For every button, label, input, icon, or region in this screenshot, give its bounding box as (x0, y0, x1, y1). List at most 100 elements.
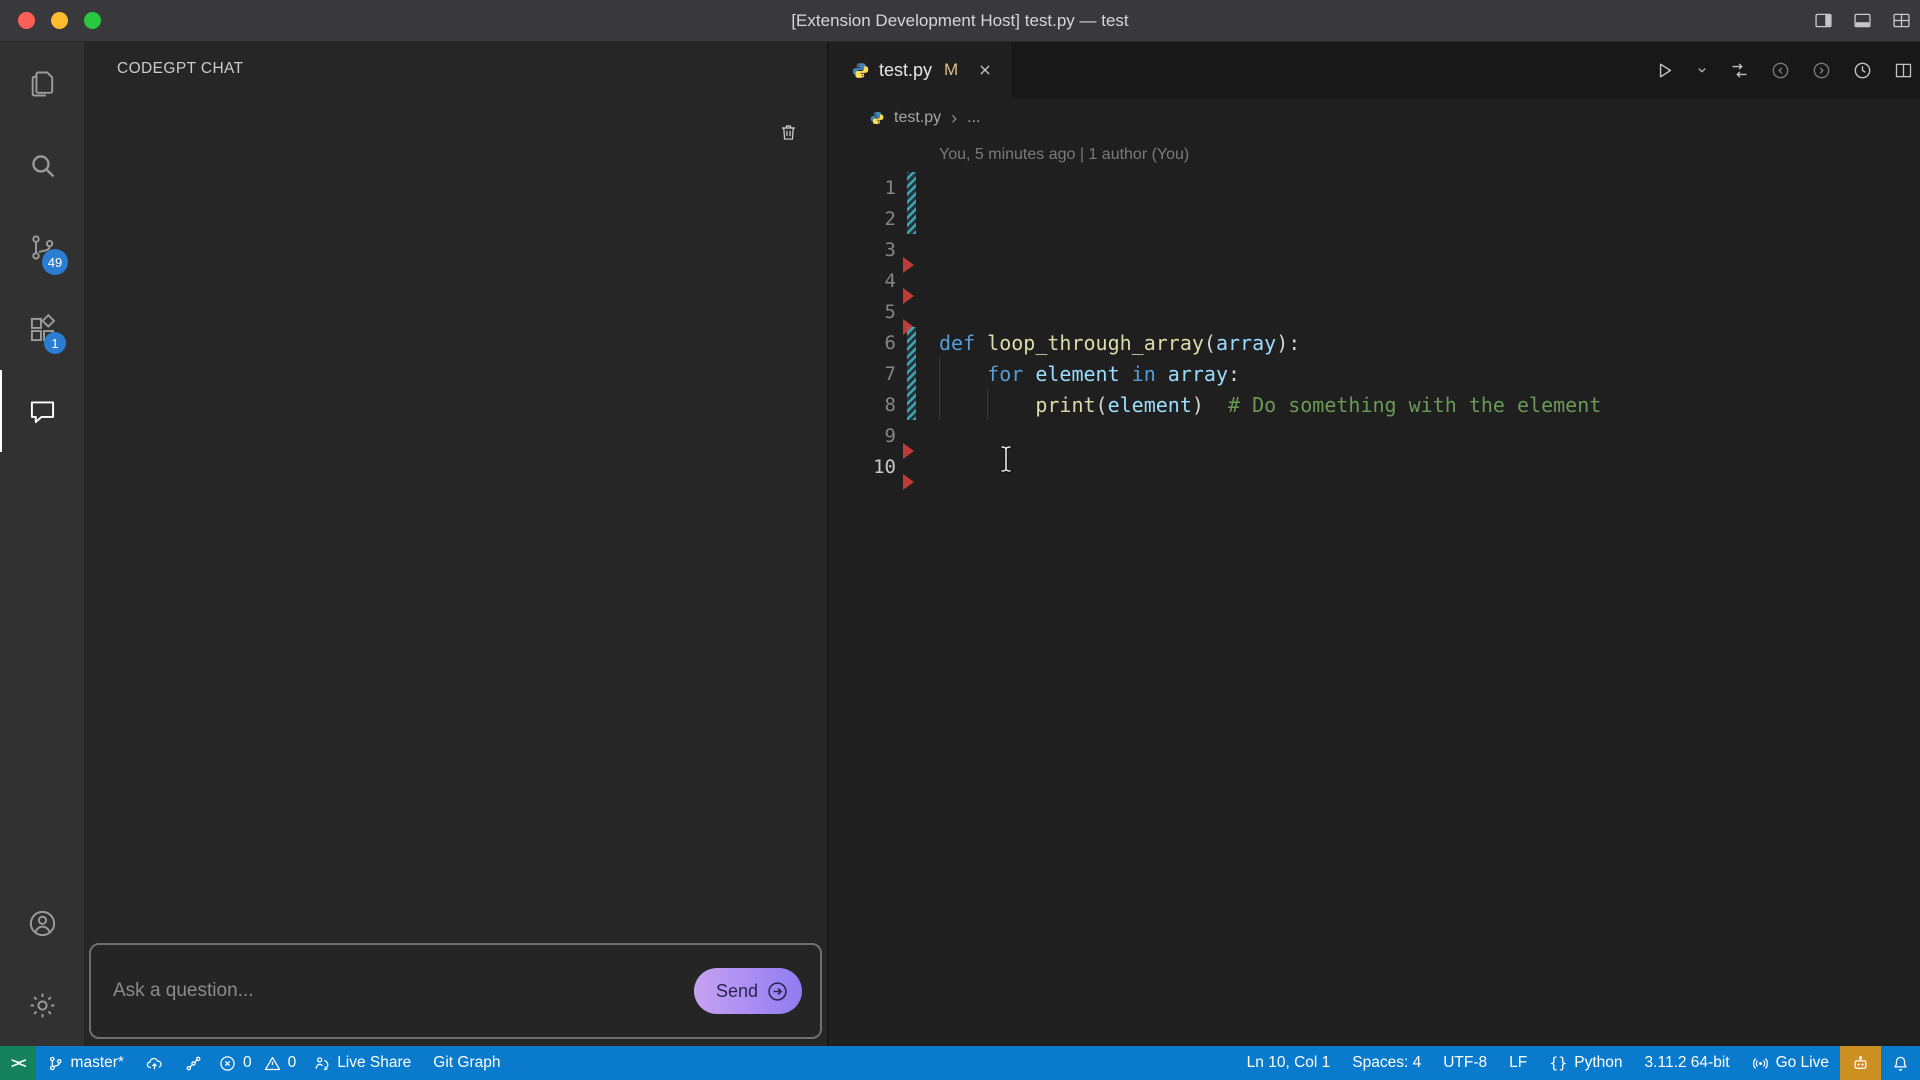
gutter[interactable] (896, 296, 939, 335)
code-line-1[interactable]: 1 (828, 172, 1920, 203)
status-label: 0 (242, 1054, 252, 1071)
line-number: 1 (884, 176, 896, 199)
status-git-branch[interactable]: master* (36, 1046, 135, 1080)
clear-chat-button[interactable] (778, 122, 799, 143)
status-label: LF (1509, 1054, 1528, 1071)
customize-layout-icon[interactable] (1891, 10, 1912, 31)
gutter[interactable] (896, 234, 939, 273)
editor-actions (1654, 42, 1920, 98)
status-codegpt-status[interactable] (1840, 1046, 1881, 1080)
status-graph-status[interactable] (174, 1046, 213, 1080)
open-changes-icon[interactable] (1729, 60, 1750, 81)
code-lines: 1 2 3 4 5 6 def loop_through_array(array): 7 fo… (828, 172, 1920, 490)
activity-item-search[interactable] (0, 124, 84, 206)
gutter[interactable] (896, 389, 939, 420)
line-number: 8 (884, 393, 896, 416)
cloud-upload-icon (146, 1055, 163, 1072)
gutter-modified-indicator (907, 203, 916, 234)
timeline-icon[interactable] (1852, 60, 1873, 81)
breadcrumb-file[interactable]: test.py (894, 109, 941, 127)
robot-icon (1852, 1055, 1869, 1072)
code-line-6[interactable]: 6 def loop_through_array(array): (828, 327, 1920, 358)
activity-item-source-control[interactable]: 49 (0, 206, 84, 288)
toggle-secondary-sidebar-icon[interactable] (1813, 10, 1834, 31)
activity-item-settings[interactable] (0, 964, 84, 1046)
run-python-file-icon[interactable] (1654, 60, 1675, 81)
code-line-8[interactable]: 8 print(element) # Do something with the… (828, 389, 1920, 420)
bell-icon (1892, 1055, 1909, 1072)
indent-guide (939, 358, 940, 389)
code-text: print(element) # Do something with the e… (1035, 392, 1602, 417)
python-icon (852, 62, 869, 79)
breadcrumb-collapsed[interactable]: ... (967, 109, 980, 127)
status-encoding[interactable]: UTF-8 (1432, 1046, 1498, 1080)
status-eol[interactable]: LF (1498, 1046, 1538, 1080)
status-label: Git Graph (433, 1054, 501, 1071)
close-tab-icon[interactable] (976, 61, 994, 79)
breadcrumb[interactable]: test.py › ... (828, 98, 1920, 138)
activity-item-extensions[interactable]: 1 (0, 288, 84, 370)
toggle-panel-icon[interactable] (1852, 10, 1873, 31)
activity-item-explorer[interactable] (0, 42, 84, 124)
status-live-share[interactable]: Live Share (302, 1046, 422, 1080)
code-line-9[interactable]: 9 (828, 420, 1920, 459)
search-icon (27, 150, 58, 181)
line-number: 3 (884, 238, 896, 261)
status-bar-left: >< master* 0 0 Live Share Git Graph (0, 1046, 512, 1080)
next-change-icon[interactable] (1811, 60, 1832, 81)
activity-item-codegpt-chat[interactable] (0, 370, 84, 452)
code-area[interactable]: You, 5 minutes ago | 1 author (You) 1 2 3 4… (828, 138, 1920, 1046)
code-line-5[interactable]: 5 (828, 296, 1920, 335)
python-icon (870, 111, 884, 125)
code-line-3[interactable]: 3 (828, 234, 1920, 273)
status-error-count[interactable]: 0 (213, 1046, 258, 1080)
chevron-right-icon: › (951, 107, 958, 128)
activity-item-accounts[interactable] (0, 882, 84, 964)
status-indentation[interactable]: Spaces: 4 (1341, 1046, 1432, 1080)
close-window-button[interactable] (18, 12, 35, 29)
tab-test-py[interactable]: test.py M (828, 42, 1012, 98)
sidebar-toolbar (84, 96, 827, 168)
tab-label: test.py (879, 59, 933, 80)
gutter[interactable] (896, 327, 939, 358)
gutter[interactable] (896, 451, 939, 490)
status-publish-changes[interactable] (135, 1046, 174, 1080)
code-line-7[interactable]: 7 for element in array: (828, 358, 1920, 389)
status-git-graph[interactable]: Git Graph (422, 1046, 511, 1080)
gutter[interactable] (896, 358, 939, 389)
gutter[interactable] (896, 203, 939, 234)
split-editor-icon[interactable] (1893, 60, 1914, 81)
status-cursor-position[interactable]: Ln 10, Col 1 (1236, 1046, 1342, 1080)
warning-icon (264, 1055, 281, 1072)
minimize-window-button[interactable] (51, 12, 68, 29)
status-remote-indicator[interactable]: >< (0, 1046, 36, 1080)
code-line-4[interactable]: 4 (828, 265, 1920, 304)
code-line-2[interactable]: 2 (828, 203, 1920, 234)
titlebar-actions (1813, 0, 1912, 41)
status-warning-count[interactable]: 0 (258, 1046, 303, 1080)
line-number: 5 (884, 300, 896, 323)
gutter[interactable] (896, 420, 939, 459)
status-notifications[interactable] (1881, 1046, 1920, 1080)
gutter-modified-indicator (907, 389, 916, 420)
window-controls (18, 0, 101, 41)
status-language-mode[interactable]: {} Python (1538, 1046, 1633, 1080)
gitlens-annotation[interactable]: You, 5 minutes ago | 1 author (You) (828, 138, 1920, 172)
code-line-10[interactable]: 10 (828, 451, 1920, 490)
gutter[interactable] (896, 265, 939, 304)
graph-icon (185, 1055, 202, 1072)
status-python-interpreter[interactable]: 3.11.2 64-bit (1634, 1046, 1741, 1080)
gutter[interactable] (896, 172, 939, 203)
send-button[interactable]: Send (693, 968, 802, 1014)
gutter-modified-indicator (907, 358, 916, 389)
line-number: 6 (884, 331, 896, 354)
previous-change-icon[interactable] (1770, 60, 1791, 81)
gutter-modified-indicator (907, 172, 916, 203)
error-icon (219, 1055, 236, 1072)
run-dropdown-icon[interactable] (1695, 63, 1709, 77)
status-label: Go Live (1775, 1054, 1829, 1071)
chat-question-input[interactable] (113, 980, 682, 1002)
activity-bar: 49 1 (0, 42, 84, 1046)
zoom-window-button[interactable] (84, 12, 101, 29)
status-go-live[interactable]: Go Live (1741, 1046, 1840, 1080)
